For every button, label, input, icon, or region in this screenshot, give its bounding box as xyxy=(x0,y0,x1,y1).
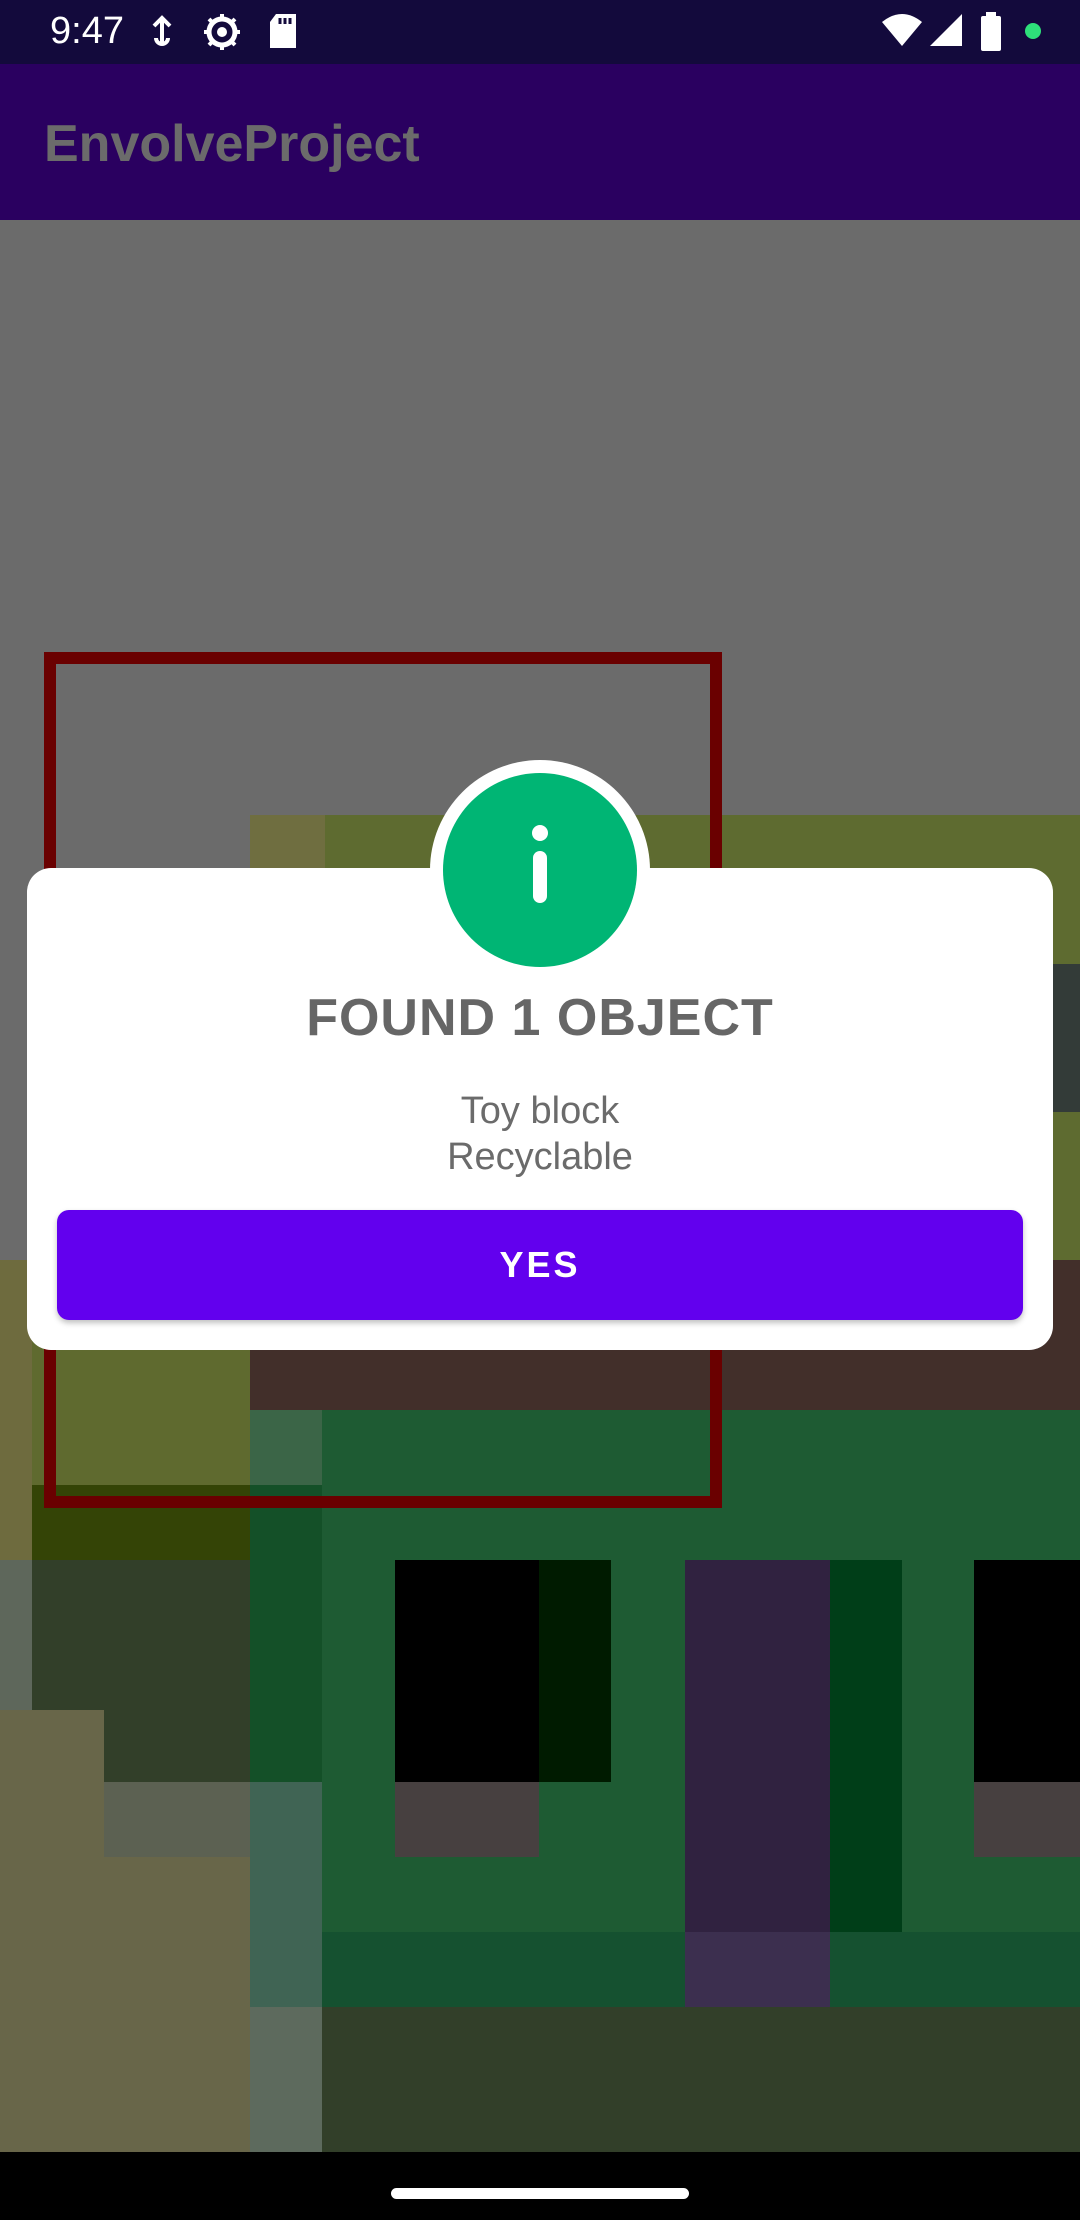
navigation-bar xyxy=(0,2152,1080,2220)
cell-signal-icon xyxy=(928,12,964,53)
scene-green-strip xyxy=(250,1485,322,1782)
scene-gray-patch xyxy=(104,1782,250,1857)
scene-bottom-dark xyxy=(322,2007,1080,2152)
scene-purple-block xyxy=(685,1560,830,1932)
scene-purple-patch xyxy=(685,1932,830,2007)
battery-icon xyxy=(980,12,1002,57)
scene-khaki xyxy=(0,1710,104,2152)
app-bar: EnvolveProject xyxy=(0,64,1080,220)
home-gesture-handle[interactable] xyxy=(391,2188,689,2199)
status-bar: 9:47 xyxy=(0,0,1080,64)
scene-black-block-2 xyxy=(974,1560,1080,1782)
app-title: EnvolveProject xyxy=(44,115,420,173)
sd-card-icon xyxy=(268,12,298,55)
dialog-title: FOUND 1 OBJECT xyxy=(306,989,774,1047)
status-time: 9:47 xyxy=(50,10,124,52)
object-category: Recyclable xyxy=(447,1136,633,1178)
usb-debug-icon xyxy=(148,12,176,57)
yes-button[interactable]: YES xyxy=(57,1210,1023,1320)
scene-darkgreen-block-2 xyxy=(830,1560,902,1932)
scene-teal-strip xyxy=(250,1782,322,2007)
scene-gray-strip xyxy=(250,2007,322,2152)
scene-darkgreen-block-1 xyxy=(539,1560,611,1782)
wifi-icon xyxy=(880,12,924,53)
info-icon xyxy=(443,773,637,967)
green-dot-indicator xyxy=(1024,22,1042,45)
scene-dark-edge xyxy=(1053,964,1080,1112)
settings-gear-icon xyxy=(202,12,242,57)
object-name: Toy block xyxy=(460,1090,620,1132)
scene-left-gray xyxy=(0,1560,32,1710)
scene-brown-patch-2 xyxy=(974,1782,1080,1857)
scene-black-block-1 xyxy=(395,1560,539,1782)
scene-brown-patch-1 xyxy=(395,1782,539,1857)
